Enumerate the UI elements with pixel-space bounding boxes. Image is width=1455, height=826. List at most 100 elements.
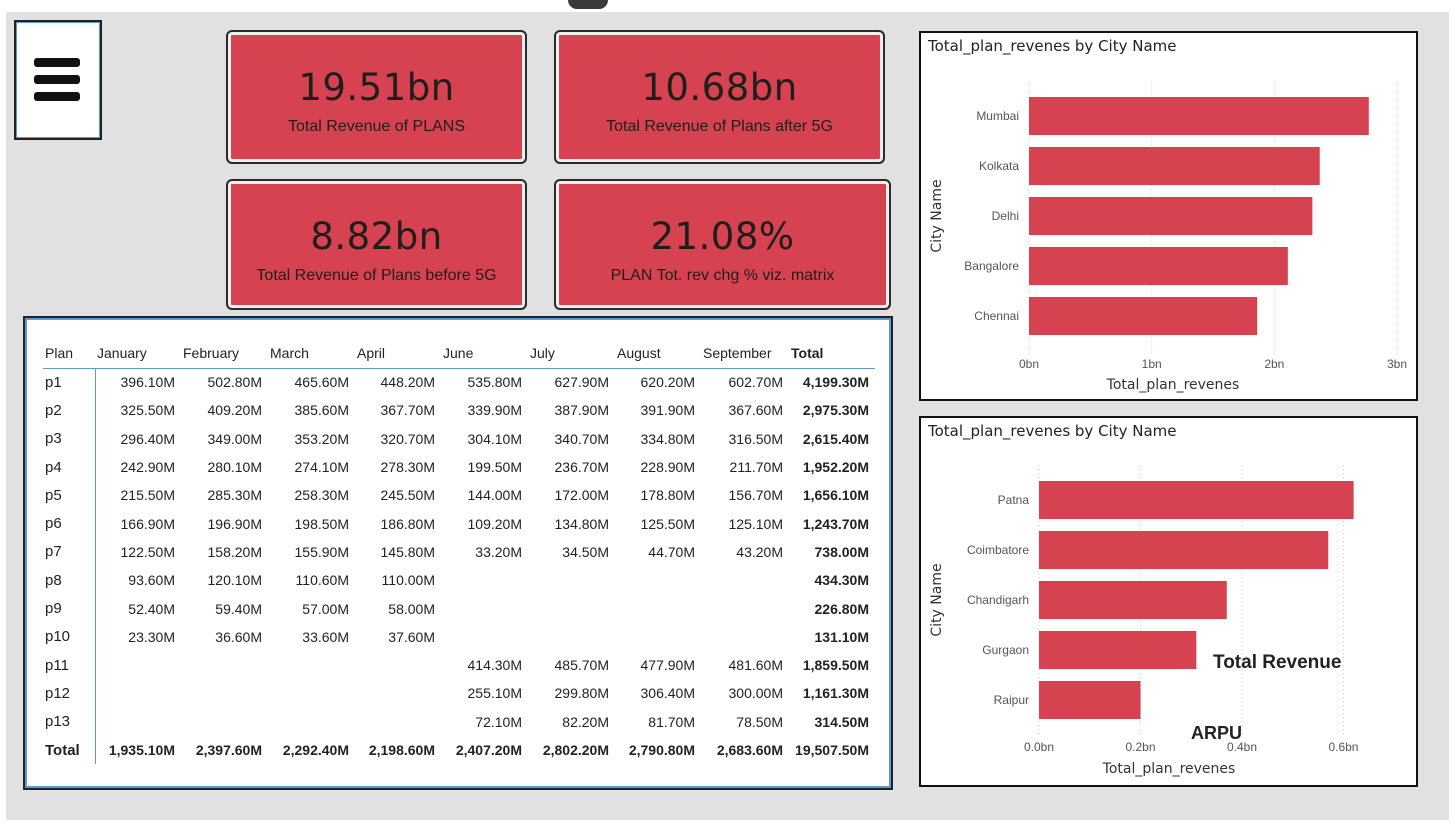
matrix-row[interactable]: p10 23.30M 36.60M 33.60M 37.60M 131.10M xyxy=(43,622,875,651)
matrix-cell: 391.90M xyxy=(640,402,695,419)
matrix-row-header: p13 xyxy=(43,707,96,736)
col-header-march[interactable]: March xyxy=(268,338,355,368)
col-header-january[interactable]: January xyxy=(95,338,181,368)
matrix-cell: 57.00M xyxy=(302,600,349,617)
bar-coimbatore xyxy=(1039,531,1329,569)
matrix-cell: 396.10M xyxy=(120,374,175,391)
col-header-february[interactable]: February xyxy=(181,338,268,368)
matrix-cell: 434.30M xyxy=(814,572,869,589)
city-revenue-chart-bottom[interactable]: Total_plan_revenes by City Name 0.0bn 0.2… xyxy=(919,416,1418,787)
matrix-cell: 82.20M xyxy=(562,713,609,730)
matrix-cell: 81.70M xyxy=(648,713,695,730)
kpi-card-revenue-change-pct[interactable]: 21.08% PLAN Tot. rev chg % viz. matrix xyxy=(554,179,891,310)
matrix-row[interactable]: p12 255.10M 299.80M 306.40M 300.00M 1,161.30M xyxy=(43,679,875,708)
matrix-cell xyxy=(268,679,355,707)
matrix-cell: 620.20M xyxy=(640,374,695,391)
matrix-row[interactable]: p13 72.10M 82.20M 81.70M 78.50M 314.50M xyxy=(43,707,875,736)
kpi-card-revenue-before-5g[interactable]: 8.82bn Total Revenue of Plans before 5G xyxy=(226,179,527,310)
city-revenue-chart-top[interactable]: Total_plan_revenes by City Name 0bn 1bn 2b… xyxy=(919,31,1418,401)
matrix-cell: 34.50M xyxy=(562,543,609,560)
matrix-cell: 144.00M xyxy=(467,487,522,504)
kpi-value: 8.82bn xyxy=(310,215,443,258)
matrix-cell: 211.70M xyxy=(729,459,783,476)
matrix-cell: 1,952.20M xyxy=(802,459,869,476)
matrix-cell: 2,802.20M xyxy=(542,742,609,758)
matrix-row-header: p2 xyxy=(43,396,96,425)
matrix-cell: 367.60M xyxy=(728,402,783,419)
matrix-row-header: p5 xyxy=(43,481,96,510)
matrix-cell xyxy=(615,623,701,651)
matrix-cell xyxy=(355,708,441,736)
kpi-label: Total Revenue of Plans before 5G xyxy=(256,267,497,284)
matrix-cell: 110.00M xyxy=(381,572,435,589)
matrix-cell: 245.50M xyxy=(380,487,435,504)
matrix-cell: 59.40M xyxy=(215,600,262,617)
x-tick-label: 0.2bn xyxy=(1125,740,1155,754)
matrix-row[interactable]: p2 325.50M 409.20M 385.60M 367.70M 339.90M 387… xyxy=(43,396,875,425)
x-tick-label: 0.6bn xyxy=(1328,740,1358,754)
matrix-row-header: p12 xyxy=(43,679,96,708)
menu-button[interactable] xyxy=(14,20,102,140)
col-header-plan[interactable]: Plan xyxy=(43,338,95,368)
matrix-cell: 2,615.40M xyxy=(802,430,869,447)
col-header-september[interactable]: September xyxy=(701,338,789,368)
kpi-card-revenue-after-5g[interactable]: 10.68bn Total Revenue of Plans after 5G xyxy=(554,30,885,164)
col-header-august[interactable]: August xyxy=(615,338,701,368)
matrix-cell: 226.80M xyxy=(814,600,869,617)
matrix-cell: 299.80M xyxy=(554,685,609,702)
matrix-row-header: p1 xyxy=(43,368,96,397)
matrix-cell: 535.80M xyxy=(467,374,522,391)
col-header-total[interactable]: Total xyxy=(789,338,875,368)
matrix-cell xyxy=(615,594,701,622)
matrix-row[interactable]: p9 52.40M 59.40M 57.00M 58.00M 226.80M xyxy=(43,594,875,623)
matrix-cell: 166.90M xyxy=(120,515,175,532)
matrix-cell: 110.60M xyxy=(295,572,349,589)
matrix-row[interactable]: p11 414.30M 485.70M 477.90M 481.60M 1,859.50M xyxy=(43,650,875,680)
matrix-row-header: p9 xyxy=(43,594,96,623)
matrix-row-header: p7 xyxy=(43,537,96,567)
matrix-cell: 1,656.10M xyxy=(802,487,869,504)
matrix-row-header: p11 xyxy=(43,650,96,680)
matrix-row-header: p3 xyxy=(43,424,96,453)
matrix-cell: 4,199.30M xyxy=(802,374,869,391)
col-header-april[interactable]: April xyxy=(355,338,441,368)
matrix-row[interactable]: p6 166.90M 196.90M 198.50M 186.80M 109.20M 134… xyxy=(43,509,875,538)
kpi-value: 10.68bn xyxy=(641,66,798,109)
chart-plot-area: 0bn 1bn 2bn 3bn Mumbai Kolkata Delhi Bangalore C… xyxy=(929,81,1407,393)
matrix-cell: 285.30M xyxy=(207,487,262,504)
matrix-cell: 215.50M xyxy=(120,487,175,504)
matrix-cell xyxy=(268,708,355,736)
category-label: Coimbatore xyxy=(967,543,1029,557)
matrix-cell xyxy=(95,708,181,736)
matrix-cell: 738.00M xyxy=(814,543,869,560)
x-tick-label: 1bn xyxy=(1142,357,1162,371)
matrix-cell: 274.10M xyxy=(294,459,349,476)
matrix-cell: 339.90M xyxy=(467,402,522,419)
y-axis-title: City Name xyxy=(929,563,945,636)
matrix-cell: 280.10M xyxy=(207,459,262,476)
matrix-cell: 2,683.60M xyxy=(716,742,783,758)
col-header-june[interactable]: June xyxy=(441,338,528,368)
bar-mumbai xyxy=(1029,97,1369,135)
plan-revenue-matrix[interactable]: Plan January February March April June J… xyxy=(23,316,893,790)
matrix-cell: 627.90M xyxy=(554,374,609,391)
matrix-cell: 2,790.80M xyxy=(628,742,695,758)
matrix-total-row[interactable]: Total 1,935.10M 2,397.60M 2,292.40M 2,198.60… xyxy=(43,735,875,765)
matrix-cell: 2,975.30M xyxy=(802,402,869,419)
matrix-row[interactable]: p8 93.60M 120.10M 110.60M 110.00M 434.30M xyxy=(43,566,875,595)
kpi-card-total-revenue[interactable]: 19.51bn Total Revenue of PLANS xyxy=(226,30,527,164)
matrix-row[interactable]: p7 122.50M 158.20M 155.90M 145.80M 33.20M 34.5… xyxy=(43,537,875,567)
total-revenue-label: Total Revenue xyxy=(1213,652,1342,673)
col-header-july[interactable]: July xyxy=(528,338,615,368)
kpi-label: Total Revenue of PLANS xyxy=(288,118,465,135)
matrix-row[interactable]: p4 242.90M 280.10M 274.10M 278.30M 199.50M 236… xyxy=(43,452,875,482)
matrix-row[interactable]: p3 296.40M 349.00M 353.20M 320.70M 304.10M 340… xyxy=(43,424,875,453)
matrix-cell: 334.80M xyxy=(640,430,695,447)
matrix-row[interactable]: p1 396.10M 502.80M 465.60M 448.20M 535.80M 627… xyxy=(43,368,875,397)
matrix-row[interactable]: p5 215.50M 285.30M 258.30M 245.50M 144.00M 172… xyxy=(43,481,875,510)
matrix-cell: 296.40M xyxy=(120,430,175,447)
bar-gurgaon xyxy=(1039,631,1197,669)
matrix-cell: 385.60M xyxy=(294,402,349,419)
matrix-cell xyxy=(528,594,615,622)
matrix-cell: 33.20M xyxy=(475,543,522,560)
